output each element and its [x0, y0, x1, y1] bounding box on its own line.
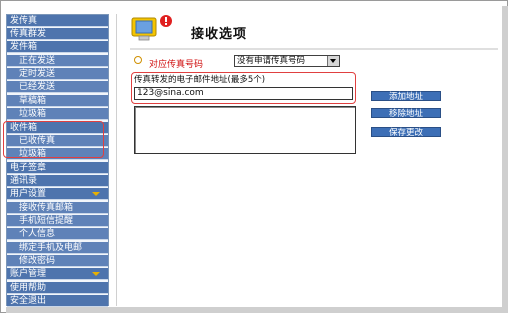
fax-number-select[interactable]: 没有申请传真号码: [234, 55, 340, 67]
window-shadow-right: [502, 6, 508, 313]
sidebar-item-label: 垃圾箱: [19, 109, 47, 119]
add-address-button[interactable]: 添加地址: [371, 91, 441, 102]
sidebar-item-label: 个人信息: [19, 229, 56, 239]
sidebar-item-outbox[interactable]: 发件箱: [7, 41, 108, 53]
sidebar-item-scheduled[interactable]: 定时发送: [7, 68, 108, 80]
sidebar-item-label: 手机短信提醒: [19, 216, 74, 226]
sidebar-item-label: 垃圾箱: [19, 149, 47, 159]
sidebar-item-received-fax[interactable]: 已收传真: [7, 135, 108, 147]
window-shadow-bottom: [6, 307, 508, 313]
sidebar-item-bind-phone-email[interactable]: 绑定手机及电邮: [7, 242, 108, 254]
sidebar-item-label: 收件箱: [10, 123, 38, 133]
fax-settings-icon: [131, 15, 172, 41]
sidebar-item-label: 用户设置: [10, 189, 47, 199]
sidebar-item-label: 使用帮助: [10, 283, 47, 293]
sidebar-item-label: 电子签章: [10, 163, 47, 173]
save-changes-button[interactable]: 保存更改: [371, 127, 441, 138]
sidebar-item-personal-info[interactable]: 个人信息: [7, 228, 108, 240]
title-divider: [130, 48, 498, 50]
sidebar-item-label: 发传真: [10, 16, 38, 26]
sidebar-item-inbox-trash[interactable]: 垃圾箱: [7, 148, 108, 160]
sidebar-item-fax-email[interactable]: 接收传真邮箱: [7, 202, 108, 214]
sidebar-item-logout[interactable]: 安全退出: [7, 295, 108, 307]
sidebar-item-label: 定时发送: [19, 69, 56, 79]
sidebar-item-group-fax[interactable]: 传真群发: [7, 28, 108, 40]
page-title: 接收选项: [191, 27, 248, 42]
sidebar-item-label: 通讯录: [10, 176, 38, 186]
sidebar-item-user-settings[interactable]: 用户设置: [7, 188, 108, 200]
chevron-down-icon: [92, 272, 100, 276]
sidebar-item-label: 已经发送: [19, 82, 56, 92]
sidebar-item-label: 传真群发: [10, 29, 47, 39]
sidebar-item-label: 绑定手机及电邮: [19, 243, 83, 253]
chevron-down-icon: [92, 192, 100, 196]
sidebar-item-sending[interactable]: 正在发送: [7, 55, 108, 67]
sidebar-item-help[interactable]: 使用帮助: [7, 282, 108, 294]
sidebar-item-label: 接收传真邮箱: [19, 203, 74, 213]
sidebar-item-label: 正在发送: [19, 56, 56, 66]
sidebar-item-change-password[interactable]: 修改密码: [7, 255, 108, 267]
sidebar-item-outbox-trash[interactable]: 垃圾箱: [7, 108, 108, 120]
sidebar-item-label: 发件箱: [10, 42, 38, 52]
sidebar-item-contacts[interactable]: 通讯录: [7, 175, 108, 187]
fax-number-label: 对应传真号码: [149, 60, 204, 70]
email-address-input[interactable]: 123@sina.com: [134, 87, 353, 100]
sidebar-item-label: 安全退出: [10, 296, 47, 306]
remove-address-button[interactable]: 移除地址: [371, 108, 441, 119]
sidebar-item-drafts[interactable]: 草稿箱: [7, 95, 108, 107]
sidebar-item-send-fax[interactable]: 发传真: [7, 15, 108, 27]
sidebar-item-account[interactable]: 账户管理: [7, 268, 108, 280]
info-icon: [134, 56, 142, 64]
sidebar-item-sms-alert[interactable]: 手机短信提醒: [7, 215, 108, 227]
sidebar-item-label: 修改密码: [19, 256, 56, 266]
fax-number-select-value: 没有申请传真号码: [237, 56, 306, 66]
panel-divider: [116, 14, 117, 306]
email-list-label: 传真转发的电子邮件地址(最多5个): [134, 75, 266, 85]
sidebar-item-label: 已收传真: [19, 136, 56, 146]
dropdown-arrow-icon[interactable]: [327, 56, 339, 66]
email-address-list[interactable]: [134, 106, 356, 154]
sidebar-item-label: 账户管理: [10, 269, 47, 279]
sidebar-item-inbox[interactable]: 收件箱: [7, 122, 108, 134]
sidebar-item-sent[interactable]: 已经发送: [7, 81, 108, 93]
sidebar-item-e-signature[interactable]: 电子签章: [7, 162, 108, 174]
sidebar: 发传真 传真群发 发件箱 正在发送 定时发送 已经发送 草稿箱 垃圾箱 收件箱 …: [6, 14, 109, 307]
sidebar-item-label: 草稿箱: [19, 96, 47, 106]
